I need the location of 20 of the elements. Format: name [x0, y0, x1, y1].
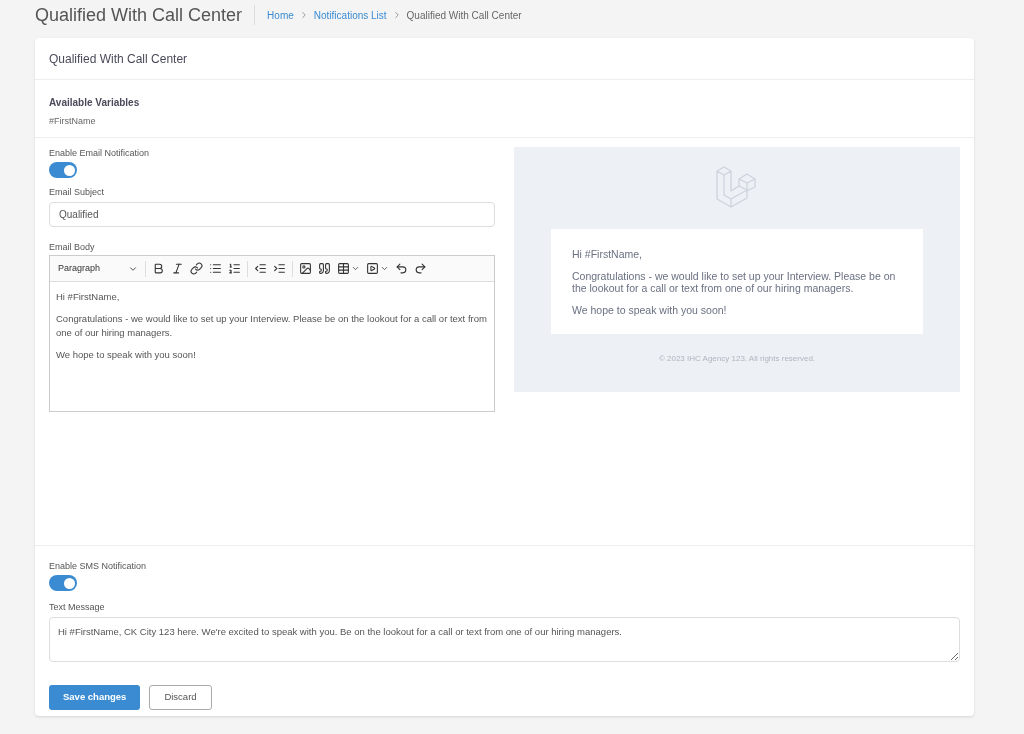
card-title: Qualified With Call Center: [49, 50, 188, 68]
field-label: Enable Email Notification: [49, 146, 151, 160]
section-label: Available Variables: [49, 96, 141, 110]
field-label: Text Message: [49, 601, 106, 614]
logo-icon: [715, 164, 759, 209]
editor-area[interactable]: Hi #FirstName, Congratulations - we would like to set up your Interview. Please be on the lookout for a call or text from one of our hiring managers. We hope to speak with you soon!: [50, 282, 494, 411]
preview-card: Hi #FirstName, Congratulations - we would like to set up your Interview. Please be on the lookout for a call or text from one of our hiring managers. We hope to speak with you soon!: [551, 228, 923, 334]
message-textarea[interactable]: Hi #FirstName, CK City 123 here. We're excited to speak with you. Be on the lookout for a call or text from one of our hiring managers.: [49, 616, 960, 662]
field-label: Email Subject: [49, 186, 106, 199]
field-label: Email Body: [49, 240, 96, 254]
discard-button[interactable]: Discard: [149, 684, 212, 710]
subject-input[interactable]: Qualified: [49, 201, 495, 227]
toggle-switch[interactable]: [49, 575, 77, 591]
field-label: Enable SMS Notification: [49, 559, 148, 573]
format-dropdown[interactable]: Paragraph: [54, 261, 142, 276]
toggle-switch[interactable]: [49, 162, 77, 178]
variable-text: #FirstName: [49, 115, 97, 128]
page-title: Qualified With Call Center: [35, 3, 243, 27]
save-button[interactable]: Save changes: [49, 684, 141, 710]
breadcrumb-current: Qualified With Call Center: [406, 8, 522, 23]
